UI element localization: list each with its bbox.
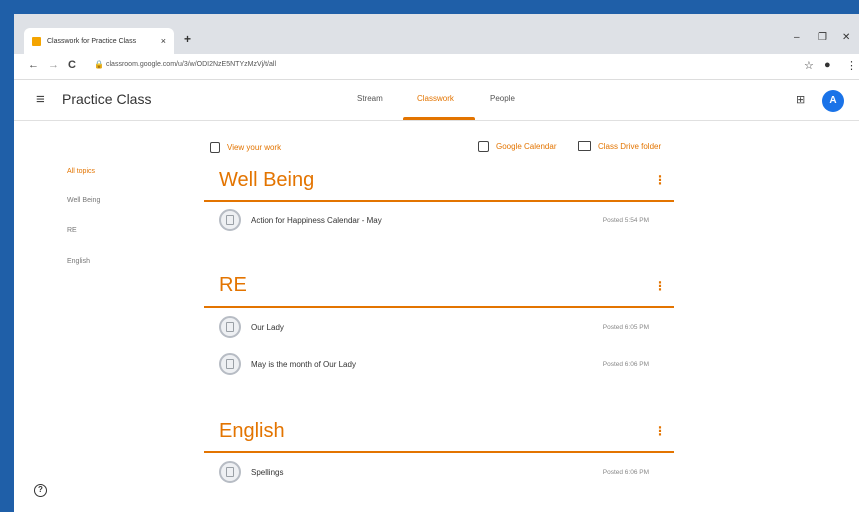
material-icon	[219, 209, 241, 231]
item-date: Posted 6:06 PM	[602, 468, 649, 476]
tab-classwork[interactable]: Classwork	[417, 94, 454, 103]
item-title: May is the month of Our Lady	[251, 359, 356, 369]
class-title[interactable]: Practice Class	[62, 91, 151, 107]
section-divider	[204, 200, 674, 202]
list-item[interactable]: May is the month of Our Lady Posted 6:06…	[219, 352, 649, 376]
item-title: Action for Happiness Calendar - May	[251, 215, 382, 225]
bookmark-star-icon[interactable]: ☆	[804, 59, 814, 72]
reload-button[interactable]: C	[68, 59, 76, 71]
item-date: Posted 6:06 PM	[602, 360, 649, 368]
view-work-label: View your work	[227, 143, 282, 152]
section-divider	[204, 306, 674, 308]
tab-close-icon[interactable]: ×	[161, 36, 166, 46]
calendar-icon	[478, 141, 489, 152]
section-more-icon[interactable]: ⋮	[654, 424, 666, 438]
item-title: Spellings	[251, 467, 284, 477]
section-more-icon[interactable]: ⋮	[654, 173, 666, 187]
minimize-button[interactable]: –	[794, 32, 800, 43]
browser-tab[interactable]: Classwork for Practice Class ×	[24, 28, 174, 54]
item-date: Posted 5:54 PM	[602, 216, 649, 224]
classroom-header: ≡ Practice Class Stream Classwork People…	[14, 81, 859, 121]
material-icon	[219, 461, 241, 483]
topic-all[interactable]: All topics	[67, 168, 95, 175]
browser-menu-icon[interactable]: ⋮	[846, 59, 857, 72]
topic-well-being[interactable]: Well Being	[67, 197, 100, 204]
tab-strip: Classwork for Practice Class × + – ❐ ✕	[14, 14, 859, 54]
list-item[interactable]: Action for Happiness Calendar - May Post…	[219, 208, 649, 232]
assignment-icon	[210, 142, 220, 153]
section-title-well-being: Well Being	[219, 169, 315, 191]
browser-window: Classwork for Practice Class × + – ❐ ✕ ←…	[14, 14, 859, 512]
url-field[interactable]: classroom.google.com/u/3/w/ODI2NzE5NTYzM…	[106, 61, 276, 68]
topic-re[interactable]: RE	[67, 227, 77, 234]
item-title: Our Lady	[251, 322, 284, 332]
material-icon	[219, 316, 241, 338]
section-title-english: English	[219, 420, 285, 442]
address-bar-row: ← → C 🔒 classroom.google.com/u/3/w/ODI2N…	[14, 54, 859, 80]
active-tab-indicator	[403, 117, 475, 120]
help-icon[interactable]: ?	[34, 484, 47, 497]
back-button[interactable]: ←	[28, 59, 39, 71]
avatar[interactable]: A	[822, 90, 844, 112]
class-drive-folder-link[interactable]: Class Drive folder	[578, 141, 661, 151]
lock-icon: 🔒	[94, 60, 104, 69]
topic-english[interactable]: English	[67, 258, 90, 265]
tab-stream[interactable]: Stream	[357, 94, 383, 103]
new-tab-button[interactable]: +	[184, 32, 191, 46]
section-more-icon[interactable]: ⋮	[654, 279, 666, 293]
close-window-button[interactable]: ✕	[842, 32, 850, 43]
forward-button[interactable]: →	[48, 59, 59, 71]
classroom-favicon-icon	[32, 36, 41, 46]
item-date: Posted 6:05 PM	[602, 323, 649, 331]
google-calendar-label: Google Calendar	[496, 142, 557, 151]
profile-icon[interactable]: ●	[824, 59, 831, 71]
section-divider	[204, 451, 674, 453]
folder-icon	[578, 141, 591, 151]
list-item[interactable]: Our Lady Posted 6:05 PM	[219, 315, 649, 339]
section-title-re: RE	[219, 274, 247, 296]
material-icon	[219, 353, 241, 375]
google-calendar-link[interactable]: Google Calendar	[478, 141, 556, 152]
drive-folder-label: Class Drive folder	[598, 141, 662, 151]
tab-title: Classwork for Practice Class	[47, 37, 137, 45]
main-menu-icon[interactable]: ≡	[36, 91, 45, 108]
tab-people[interactable]: People	[490, 94, 515, 103]
restore-button[interactable]: ❐	[818, 32, 827, 43]
view-your-work-link[interactable]: View your work	[210, 142, 281, 153]
list-item[interactable]: Spellings Posted 6:06 PM	[219, 460, 649, 484]
apps-grid-icon[interactable]: ⊞	[796, 93, 805, 106]
